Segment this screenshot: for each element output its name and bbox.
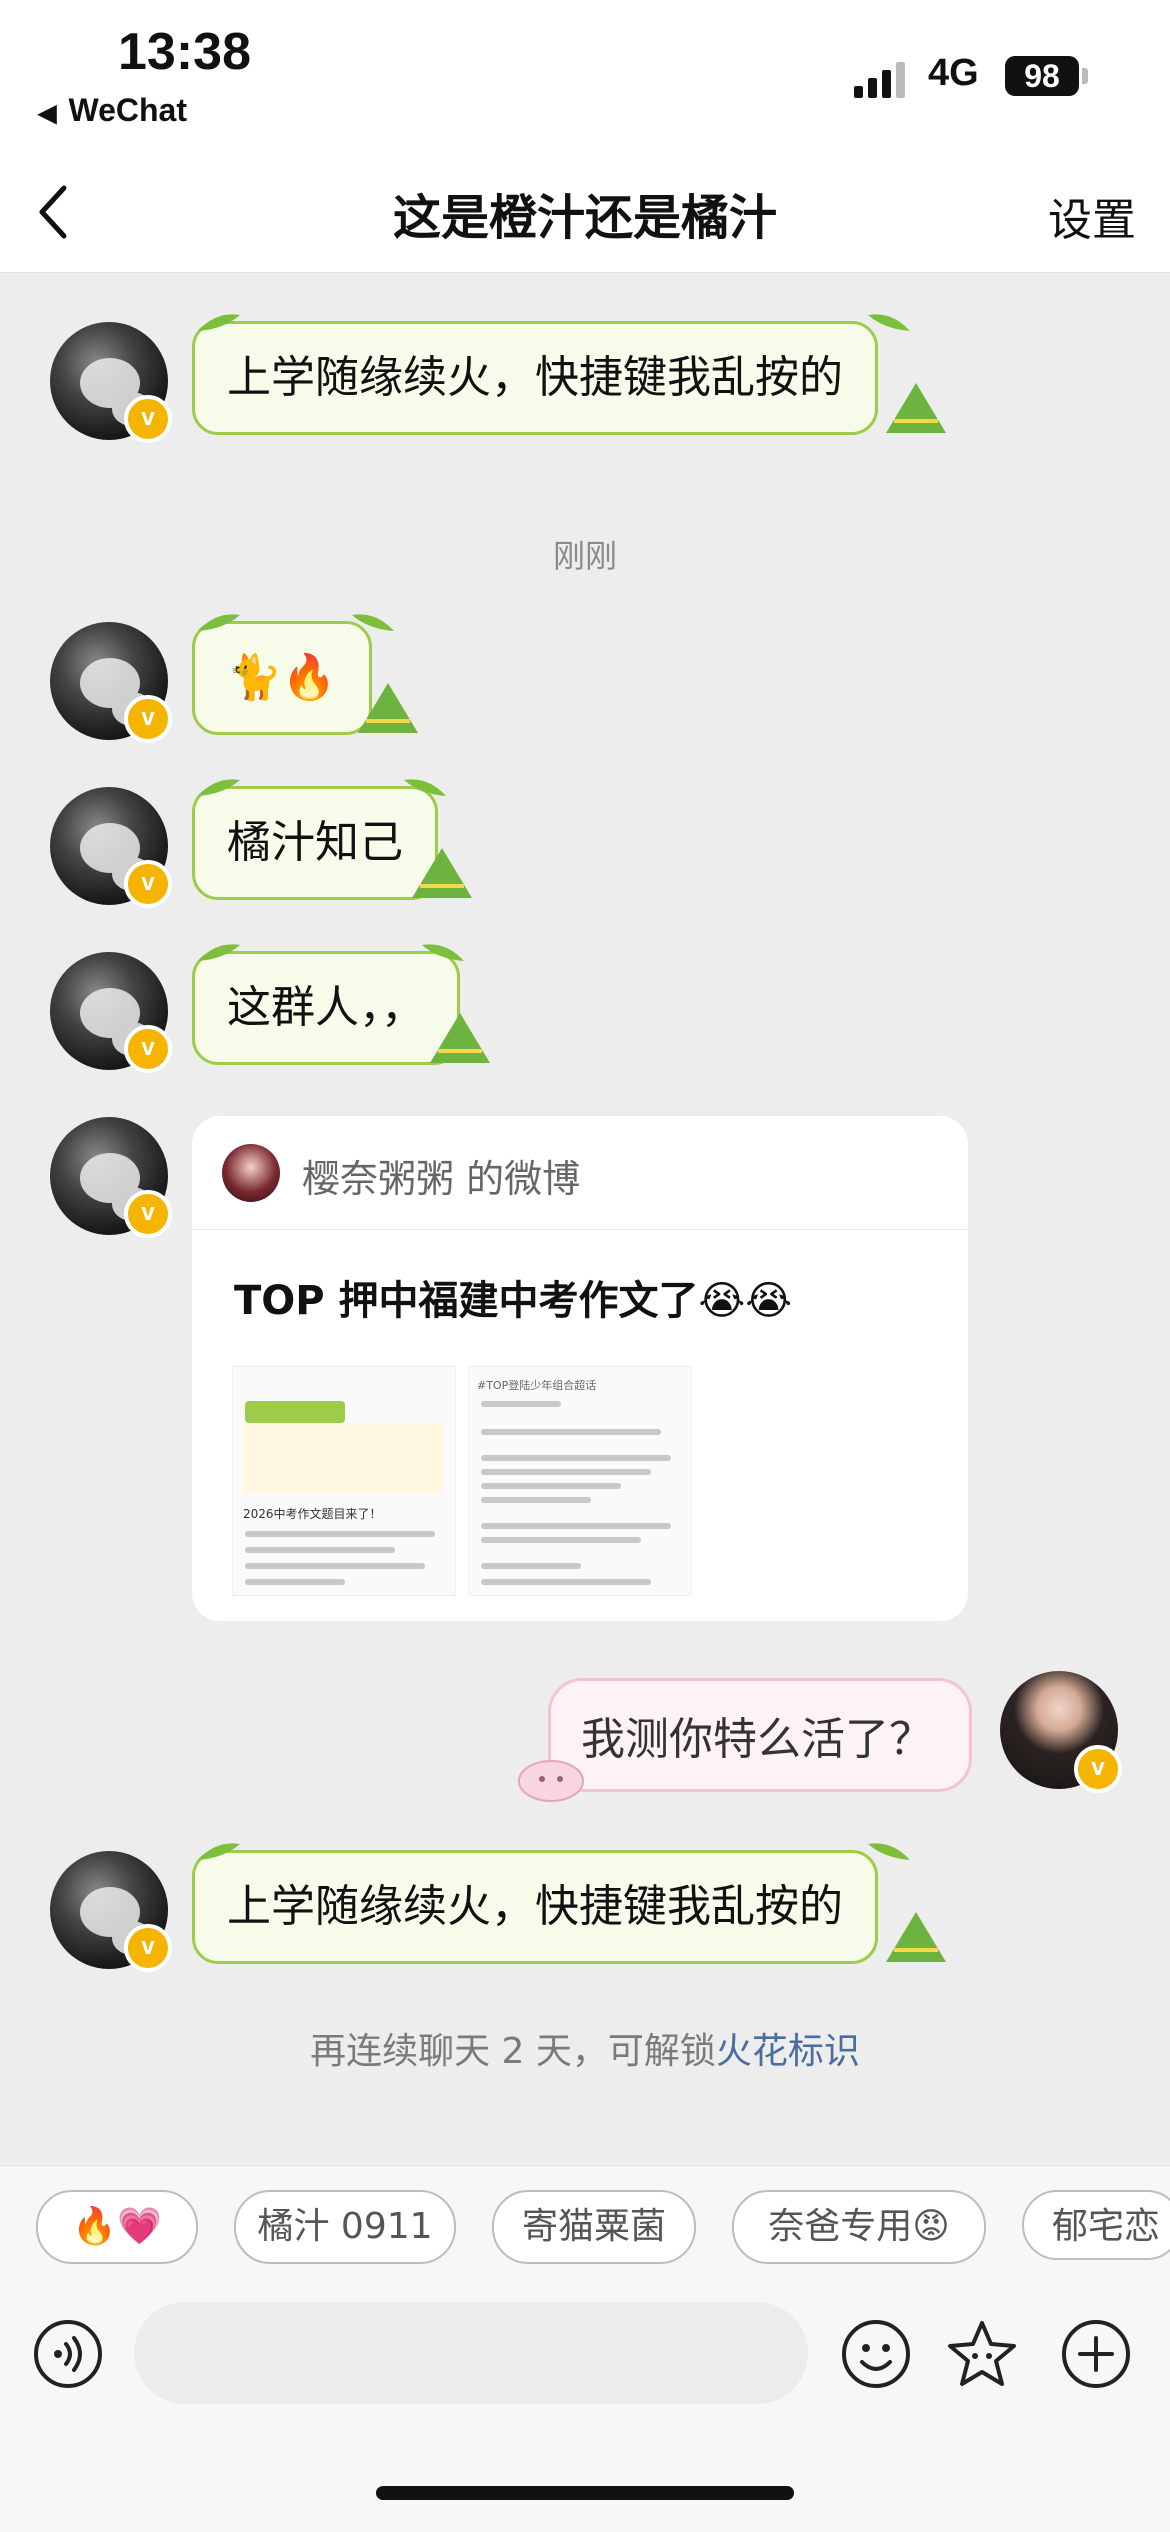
chat-title: 这是橙汁还是橘汁 — [392, 190, 777, 246]
verified-badge-icon: v — [124, 860, 172, 908]
home-indicator[interactable] — [376, 2486, 794, 2500]
input-bar — [0, 2292, 1170, 2532]
clock: 13:38 — [118, 23, 251, 81]
leaf-icon — [198, 614, 240, 631]
plus-icon[interactable] — [1060, 2318, 1132, 2390]
quick-reply-chip[interactable]: 🔥💗 — [36, 2190, 198, 2264]
signal-icon — [854, 62, 905, 98]
verified-badge-icon: v — [124, 695, 172, 743]
quick-reply-chip[interactable]: 郁宅恋 — [1022, 2190, 1170, 2260]
cloud-bunny-icon — [518, 1760, 584, 1802]
voice-icon[interactable] — [32, 2318, 104, 2390]
verified-badge-icon: v — [124, 1190, 172, 1238]
hint-text: 再连续聊天 2 天，可解锁 — [310, 2031, 716, 2072]
leaf-icon — [868, 314, 910, 331]
back-triangle-icon: ◀ — [38, 100, 57, 127]
verified-badge-icon: v — [124, 395, 172, 443]
chat-header: 这是橙汁还是橘汁 设置 — [0, 160, 1170, 273]
leaf-icon — [198, 1843, 240, 1860]
star-sticker-icon[interactable] — [946, 2318, 1018, 2390]
message-bubble[interactable]: 上学随缘续火，快捷键我乱按的 — [192, 1850, 878, 1964]
thumbnail-title: 2026中考作文题目来了！ — [243, 1507, 382, 1521]
verified-badge-icon: v — [1074, 1745, 1122, 1793]
status-bar: 13:38 ◀ WeChat 4G 98 — [0, 0, 1170, 160]
message-input[interactable] — [134, 2302, 808, 2404]
shared-weibo-card[interactable]: 樱奈粥粥 的微博 TOP 押中福建中考作文了😭😭 2026中考作文题目来了！ #… — [192, 1116, 968, 1621]
verified-badge-icon: v — [124, 1924, 172, 1972]
leaf-icon — [868, 1843, 910, 1860]
zongzi-icon — [412, 848, 472, 898]
leaf-icon — [422, 944, 464, 961]
timestamp: 刚刚 — [552, 537, 617, 575]
back-to-app[interactable]: ◀ WeChat — [38, 92, 187, 129]
leaf-icon — [198, 779, 240, 796]
quick-reply-chip[interactable]: 橘汁 0911 — [234, 2190, 456, 2264]
chat-area[interactable]: v 上学随缘续火，快捷键我乱按的 刚刚 v 🐈🔥 v 橘汁知己 v 这群人，， … — [0, 273, 1170, 2163]
network-type: 4G — [928, 52, 979, 94]
back-app-label: WeChat — [68, 92, 187, 128]
message-bubble[interactable]: 这群人，， — [192, 951, 460, 1065]
verified-badge-icon: v — [124, 1025, 172, 1073]
zongzi-icon — [886, 1912, 946, 1962]
card-source: 樱奈粥粥 的微博 — [302, 1157, 581, 1201]
battery-cap — [1082, 68, 1088, 84]
leaf-icon — [404, 779, 446, 796]
leaf-icon — [198, 944, 240, 961]
leaf-icon — [198, 314, 240, 331]
thumbnail-title: #TOP登陆少年组合超话 — [477, 1379, 597, 1392]
message-bubble[interactable]: 橘汁知己 — [192, 786, 438, 900]
settings-button[interactable]: 设置 — [1048, 184, 1136, 248]
zongzi-icon — [430, 1013, 490, 1063]
message-bubble[interactable]: 上学随缘续火，快捷键我乱按的 — [192, 321, 878, 435]
streak-hint: 再连续聊天 2 天，可解锁火花标识 — [0, 2022, 1170, 2074]
zongzi-icon — [358, 683, 418, 733]
zongzi-icon — [886, 383, 946, 433]
message-bubble[interactable]: 🐈🔥 — [192, 621, 372, 735]
card-header: 樱奈粥粥 的微博 — [192, 1116, 968, 1230]
my-message-text: 我测你特么活了？ — [581, 1714, 933, 1765]
card-source-avatar — [222, 1144, 280, 1202]
quick-reply-chip[interactable]: 寄猫粟菌 — [492, 2190, 696, 2264]
quick-reply-bar: 🔥💗 橘汁 0911 寄猫粟菌 奈爸专用😡 郁宅恋 — [0, 2165, 1170, 2292]
leaf-icon — [352, 614, 394, 631]
battery-icon: 98 — [1005, 56, 1079, 96]
card-thumbnail[interactable]: 2026中考作文题目来了！ — [232, 1366, 456, 1596]
card-thumbnail[interactable]: #TOP登陆少年组合超话 — [468, 1366, 692, 1596]
emoji-icon[interactable] — [840, 2318, 912, 2390]
my-message-bubble[interactable]: 我测你特么活了？ — [548, 1678, 972, 1792]
quick-reply-chip[interactable]: 奈爸专用😡 — [732, 2190, 986, 2264]
card-text: TOP 押中福建中考作文了😭😭 — [234, 1278, 793, 1324]
spark-badge-link[interactable]: 火花标识 — [716, 2031, 860, 2072]
